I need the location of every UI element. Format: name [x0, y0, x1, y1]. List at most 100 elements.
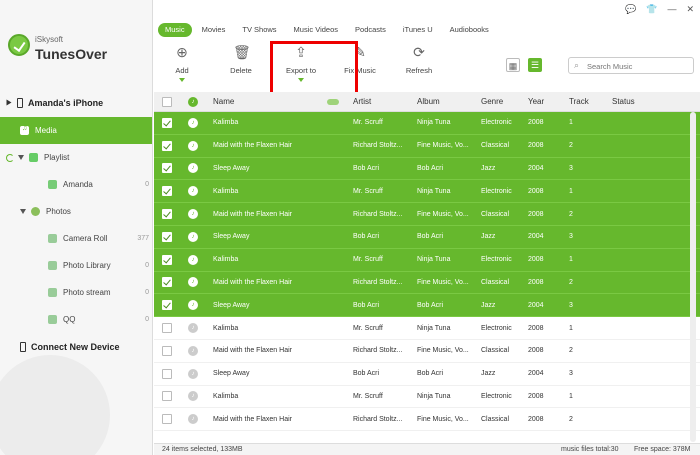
table-row[interactable]: ♪ Sleep Away Bob Acri Bob Acri Jazz 2004 3: [154, 225, 700, 249]
item-count: 0: [145, 181, 149, 188]
photo-album-icon: [48, 261, 57, 270]
sidebar-item-playlist[interactable]: Playlist: [0, 144, 152, 171]
delete-button[interactable]: 🗑 Delete: [211, 44, 271, 75]
column-album[interactable]: Album: [417, 92, 479, 111]
row-checkbox[interactable]: [162, 368, 172, 379]
table-row[interactable]: ♪ Sleep Away Bob Acri Bob Acri Jazz 2004 3: [154, 363, 700, 386]
search-icon: ⌕: [574, 60, 580, 70]
sidebar-item-photo-stream[interactable]: Photo stream 0: [0, 279, 152, 306]
table-row[interactable]: ♪ Kalimba Mr. Scruff Ninja Tuna Electronic 20…: [154, 248, 700, 272]
row-checkbox[interactable]: [162, 277, 172, 288]
row-checkbox[interactable]: [162, 254, 172, 265]
row-checkbox[interactable]: [162, 414, 172, 425]
loading-spinner-icon: [6, 153, 14, 162]
row-checkbox[interactable]: [162, 117, 172, 128]
grid-view-button[interactable]: ▦: [506, 58, 520, 72]
cell-genre: Classical: [481, 278, 510, 286]
music-note-icon: ♪: [188, 300, 198, 311]
table-row[interactable]: ♪ Sleep Away Bob Acri Bob Acri Jazz 2004 3: [154, 157, 700, 181]
list-view-button[interactable]: ☰: [528, 58, 542, 72]
cell-album: Ninja Tuna: [417, 256, 451, 264]
row-checkbox[interactable]: [162, 300, 172, 311]
row-checkbox[interactable]: [162, 186, 172, 197]
row-checkbox[interactable]: [162, 140, 172, 151]
column-year[interactable]: Year: [528, 92, 564, 111]
add-button[interactable]: ⊕ Add: [152, 44, 212, 82]
sidebar-item-amanda[interactable]: Amanda 0: [0, 171, 152, 198]
tab-movies[interactable]: Movies: [195, 23, 233, 37]
column-name[interactable]: Name: [213, 92, 325, 111]
select-all-checkbox[interactable]: [162, 96, 172, 107]
cell-artist: Mr. Scruff: [353, 256, 383, 264]
row-checkbox[interactable]: [162, 391, 172, 402]
minimize-icon[interactable]: —: [667, 4, 676, 15]
search-input[interactable]: [587, 60, 687, 72]
sidebar-item-photos[interactable]: Photos: [0, 198, 152, 225]
list-icon: [48, 180, 57, 189]
row-checkbox[interactable]: [162, 231, 172, 242]
table-row[interactable]: ♪ Kalimba Mr. Scruff Ninja Tuna Electronic 20…: [154, 386, 700, 409]
tab-podcasts[interactable]: Podcasts: [348, 23, 393, 37]
tab-music[interactable]: Music: [158, 23, 192, 37]
row-checkbox[interactable]: [162, 209, 172, 220]
connect-label: Connect New Device: [31, 341, 120, 352]
column-status[interactable]: Status: [612, 92, 672, 111]
cell-album: Bob Acri: [417, 164, 444, 172]
row-checkbox[interactable]: [162, 163, 172, 174]
cell-name: Kalimba: [213, 392, 239, 400]
column-artist[interactable]: Artist: [353, 92, 415, 111]
device-amanda-iphone[interactable]: Amanda's iPhone: [0, 89, 152, 116]
search-box: ⌕: [568, 57, 694, 74]
table-scrollbar[interactable]: [690, 112, 696, 442]
cell-name: Kalimba: [213, 256, 239, 264]
cell-album: Fine Music, Vo...: [417, 210, 469, 218]
skin-icon[interactable]: 👕: [646, 4, 657, 15]
row-checkbox[interactable]: [162, 323, 172, 334]
cell-genre: Classical: [481, 210, 510, 218]
tab-itunes-u[interactable]: iTunes U: [396, 23, 440, 37]
close-icon[interactable]: ✕: [686, 4, 694, 15]
tab-music-videos[interactable]: Music Videos: [287, 23, 345, 37]
refresh-label: Refresh: [405, 66, 433, 75]
music-note-icon: ♪: [188, 209, 198, 220]
table-row[interactable]: ♪ Maid with the Flaxen Hair Richard Stoltz…: [154, 340, 700, 363]
table-row[interactable]: ♪ Maid with the Flaxen Hair Richard Stoltz…: [154, 408, 700, 432]
list-icon: ☰: [530, 60, 540, 70]
refresh-button[interactable]: ⟳ Refresh: [389, 44, 449, 75]
app-logo-icon: [8, 34, 30, 56]
table-row[interactable]: ♪ Kalimba Mr. Scruff Ninja Tuna Electronic 20…: [154, 317, 700, 340]
column-track[interactable]: Track: [569, 92, 609, 111]
column-genre[interactable]: Genre: [481, 92, 527, 111]
tab-audiobooks[interactable]: Audiobooks: [443, 23, 496, 37]
feedback-icon[interactable]: 💬: [625, 4, 636, 15]
add-label: Add: [175, 66, 189, 75]
sidebar-item-photo-library[interactable]: Photo Library 0: [0, 252, 152, 279]
cell-name: Kalimba: [213, 119, 239, 127]
apple-watermark: [0, 355, 110, 455]
sidebar-item-label: Camera Roll: [63, 234, 108, 243]
tab-tv-shows[interactable]: TV Shows: [235, 23, 283, 37]
cell-genre: Electronic: [481, 187, 512, 195]
sidebar-item-camera-roll[interactable]: Camera Roll 377: [0, 225, 152, 252]
music-note-icon: [20, 125, 29, 135]
table-row[interactable]: ♪ Maid with the Flaxen Hair Richard Stoltz…: [154, 271, 700, 295]
table-row[interactable]: ♪ Maid with the Flaxen Hair Richard Stoltz…: [154, 203, 700, 226]
cell-artist: Bob Acri: [353, 301, 380, 309]
cell-artist: Richard Stoltz...: [353, 415, 403, 423]
cell-genre: Classical: [481, 142, 510, 150]
table-row[interactable]: ♪ Sleep Away Bob Acri Bob Acri Jazz 2004 3: [154, 294, 700, 318]
table-header: ♪ Name Artist Album Genre Year Track Sta…: [154, 92, 700, 112]
music-note-icon: ♪: [188, 117, 198, 128]
connect-new-device[interactable]: Connect New Device: [0, 333, 152, 360]
cell-artist: Richard Stoltz...: [353, 278, 403, 286]
table-row[interactable]: ♪ Maid with the Flaxen Hair Richard Stoltz…: [154, 134, 700, 158]
status-bar: 24 items selected, 133MB music files tot…: [154, 443, 700, 455]
sidebar-item-media[interactable]: Media: [0, 117, 152, 144]
row-checkbox[interactable]: [162, 345, 172, 356]
cell-name: Kalimba: [213, 324, 239, 332]
table-row[interactable]: ♪ Kalimba Mr. Scruff Ninja Tuna Electronic 20…: [154, 180, 700, 204]
sidebar-item-label: Playlist: [44, 153, 70, 162]
sidebar-item-qq[interactable]: QQ 0: [0, 306, 152, 333]
iphone-icon: [20, 341, 26, 352]
table-row[interactable]: ♪ Kalimba Mr. Scruff Ninja Tuna Electronic 20…: [154, 112, 700, 135]
